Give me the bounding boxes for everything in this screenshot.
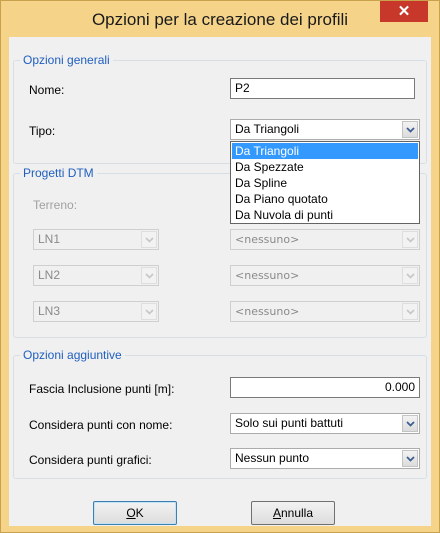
terrain-label: Terreno: xyxy=(33,198,78,212)
ln2-project-arrow xyxy=(402,267,418,284)
ln3-project-arrow xyxy=(402,303,418,320)
name-input-value: P2 xyxy=(235,81,250,95)
ln1-project-select[interactable]: <nessuno> xyxy=(230,229,420,250)
type-dropdown-list: Da Triangoli Da Spezzate Da Spline Da Pi… xyxy=(230,141,420,224)
type-option-spezzate[interactable]: Da Spezzate xyxy=(232,159,418,175)
ln1-select[interactable]: LN1 xyxy=(33,229,159,250)
chevron-down-icon xyxy=(145,273,154,279)
cancel-button-label: nnulla xyxy=(280,506,314,520)
graphic-points-arrow-button[interactable] xyxy=(402,450,418,467)
type-label: Tipo: xyxy=(29,124,56,138)
ln2-select-value: LN2 xyxy=(38,268,61,282)
close-icon: ✕ xyxy=(397,3,411,20)
ln1-project-value: <nessuno> xyxy=(235,233,300,246)
ln1-select-arrow xyxy=(141,231,157,248)
band-input[interactable]: 0.000 xyxy=(230,377,420,398)
general-options-legend: Opzioni generali xyxy=(20,53,113,67)
ln2-select[interactable]: LN2 xyxy=(33,265,159,286)
band-input-value: 0.000 xyxy=(384,380,415,394)
ln3-select-arrow xyxy=(141,303,157,320)
type-select-arrow-button[interactable] xyxy=(402,121,418,138)
graphic-points-value: Nessun punto xyxy=(235,451,310,465)
ok-button-accelerator: O xyxy=(126,506,136,520)
dialog-client-area: Opzioni generali Nome: P2 Tipo: Da Trian… xyxy=(9,37,431,526)
ln3-select-value: LN3 xyxy=(38,304,61,318)
ln3-project-select[interactable]: <nessuno> xyxy=(230,301,420,322)
cancel-button[interactable]: Annulla xyxy=(251,501,335,525)
title-bar[interactable]: Opzioni per la creazione dei profili ✕ xyxy=(1,1,439,37)
close-button[interactable]: ✕ xyxy=(380,1,428,22)
chevron-down-icon xyxy=(406,456,415,462)
ok-button[interactable]: OK xyxy=(93,501,177,525)
type-option-nuvola-punti[interactable]: Da Nuvola di punti xyxy=(232,207,418,223)
chevron-down-icon xyxy=(145,309,154,315)
chevron-down-icon xyxy=(406,237,415,243)
dialog-window: Opzioni per la creazione dei profili ✕ O… xyxy=(0,0,440,533)
chevron-down-icon xyxy=(406,309,415,315)
ln3-project-value: <nessuno> xyxy=(235,305,300,318)
ln2-project-value: <nessuno> xyxy=(235,269,300,282)
cancel-button-accelerator: A xyxy=(272,506,281,520)
ln2-select-arrow xyxy=(141,267,157,284)
name-input[interactable]: P2 xyxy=(230,78,415,99)
dtm-projects-legend: Progetti DTM xyxy=(20,166,97,180)
additional-options-legend: Opzioni aggiuntive xyxy=(20,348,125,362)
ok-button-label: K xyxy=(135,506,144,520)
type-select[interactable]: Da Triangoli xyxy=(230,119,420,140)
chevron-down-icon xyxy=(406,127,415,133)
chevron-down-icon xyxy=(406,421,415,427)
type-select-value: Da Triangoli xyxy=(235,122,300,136)
chevron-down-icon xyxy=(406,273,415,279)
named-points-label: Considera punti con nome: xyxy=(29,418,173,432)
ln3-select[interactable]: LN3 xyxy=(33,301,159,322)
type-option-piano-quotato[interactable]: Da Piano quotato xyxy=(232,191,418,207)
named-points-value: Solo sui punti battuti xyxy=(235,416,344,430)
ln1-select-value: LN1 xyxy=(38,232,61,246)
ln1-project-arrow xyxy=(402,231,418,248)
ln2-project-select[interactable]: <nessuno> xyxy=(230,265,420,286)
graphic-points-label: Considera punti grafici: xyxy=(29,453,152,467)
name-label: Nome: xyxy=(29,83,65,97)
window-title: Opzioni per la creazione dei profili xyxy=(91,10,349,29)
type-option-triangoli[interactable]: Da Triangoli xyxy=(232,143,418,159)
named-points-select[interactable]: Solo sui punti battuti xyxy=(230,413,420,434)
type-option-spline[interactable]: Da Spline xyxy=(232,175,418,191)
graphic-points-select[interactable]: Nessun punto xyxy=(230,448,420,469)
chevron-down-icon xyxy=(145,237,154,243)
named-points-arrow-button[interactable] xyxy=(402,415,418,432)
band-label: Fascia Inclusione punti [m]: xyxy=(29,382,175,396)
